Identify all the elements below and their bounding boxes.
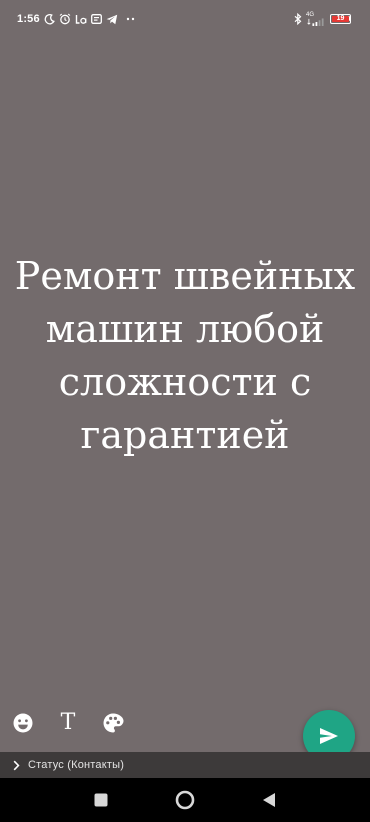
- emoji-button[interactable]: [10, 710, 36, 736]
- triangle-back-icon: [263, 793, 275, 807]
- clock-time: 1:56: [17, 13, 40, 25]
- system-navigation-bar: [0, 778, 370, 822]
- circle-icon: [175, 790, 195, 810]
- telegram-icon: [106, 12, 118, 26]
- alarm-icon: [59, 12, 71, 26]
- status-text-input[interactable]: Ремонт швейных машин любой сложности с г…: [12, 250, 358, 462]
- color-palette-button[interactable]: [100, 710, 126, 736]
- text-style-label: T: [60, 710, 76, 735]
- battery-level: 19: [336, 14, 345, 22]
- back-button[interactable]: [258, 789, 280, 811]
- bluetooth-icon: [294, 12, 302, 26]
- palette-icon: [103, 713, 124, 733]
- battery-body: 19: [330, 13, 351, 24]
- status-composer-screen: 1:56 4G 19 Ремонт швейных машин любой сл…: [0, 0, 370, 822]
- send-icon: [320, 728, 338, 744]
- status-bar-right: 4G 19: [294, 11, 351, 26]
- message-icon: [90, 12, 102, 26]
- text-style-button[interactable]: T: [55, 710, 81, 736]
- home-button[interactable]: [174, 789, 196, 811]
- more-dots-icon: [126, 12, 136, 26]
- moon-icon: [44, 12, 55, 26]
- system-status-bar: 1:56 4G 19: [0, 0, 370, 38]
- recent-apps-button[interactable]: [90, 789, 112, 811]
- status-audience-selector[interactable]: Статус (Контакты): [0, 752, 370, 778]
- la-app-icon: [75, 12, 87, 26]
- status-bar-left: 1:56: [17, 12, 136, 26]
- battery-icon: 19: [330, 12, 351, 26]
- signal-indicator: 4G: [306, 12, 326, 26]
- signal-icon: [307, 17, 324, 26]
- audience-label: Статус (Контакты): [28, 759, 125, 771]
- square-icon: [94, 793, 108, 807]
- emoji-icon: [13, 713, 33, 733]
- chevron-right-icon: [13, 759, 23, 771]
